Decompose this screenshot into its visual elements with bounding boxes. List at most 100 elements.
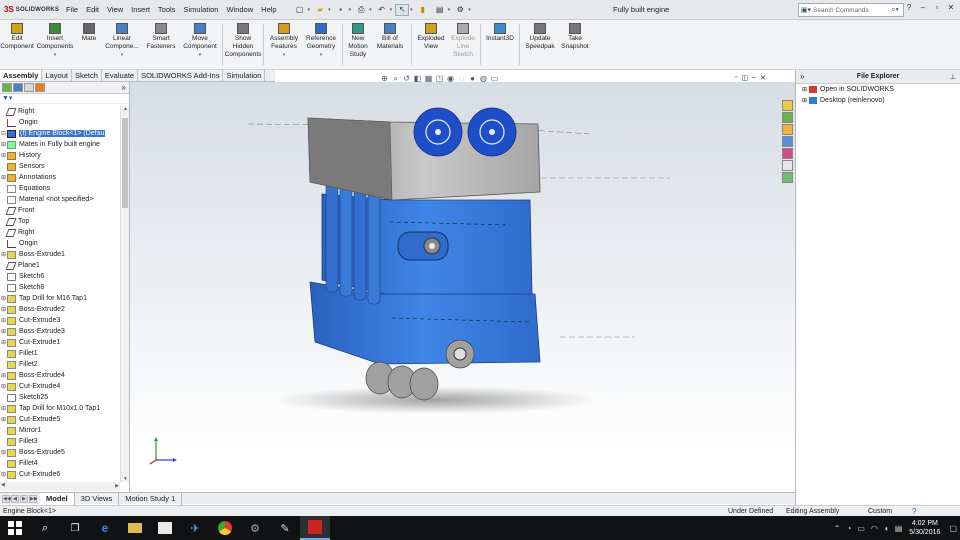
- section-view-icon[interactable]: ◧: [413, 74, 422, 84]
- cmd-show-hidden-button[interactable]: Show Hidden Components: [225, 20, 261, 69]
- zoom-to-fit-icon[interactable]: ⊕: [380, 74, 389, 84]
- expand-icon[interactable]: ⊞: [0, 416, 7, 423]
- expand-icon[interactable]: ⊞: [0, 306, 7, 313]
- file-explorer-tab-icon[interactable]: [782, 124, 793, 135]
- tab-layout[interactable]: Layout: [42, 70, 72, 81]
- save-dropdown-icon[interactable]: ▾: [349, 7, 352, 13]
- cmd-motion-study-button[interactable]: New Motion Study: [345, 20, 371, 69]
- tree-item[interactable]: Fillet2: [0, 359, 120, 370]
- tree-item[interactable]: Sketch8: [0, 282, 120, 293]
- search-input[interactable]: Search Commands: [813, 7, 891, 14]
- cmd-edit-component-button[interactable]: Edit Component: [0, 20, 34, 69]
- tray-expand-icon[interactable]: ⌃: [834, 524, 841, 533]
- tree-item[interactable]: Fillet1: [0, 348, 120, 359]
- search-icon[interactable]: ⌕▾: [891, 5, 903, 15]
- tab-assembly[interactable]: Assembly: [0, 70, 43, 81]
- select-dropdown-icon[interactable]: ▾: [410, 7, 413, 13]
- file-explorer-taskbar-icon[interactable]: [120, 516, 150, 540]
- pen-app-icon[interactable]: ✎: [270, 516, 300, 540]
- store-icon[interactable]: [150, 516, 180, 540]
- tab-evaluate[interactable]: Evaluate: [102, 70, 139, 81]
- previous-view-icon[interactable]: ↺: [402, 74, 411, 84]
- expand-icon[interactable]: ⊞: [0, 405, 7, 412]
- first-tab-icon[interactable]: ◀◀: [2, 494, 11, 503]
- open-icon[interactable]: ▰: [313, 4, 327, 16]
- save-icon[interactable]: ▪: [334, 4, 348, 16]
- cmd-snapshot-button[interactable]: Take Snapshot: [558, 20, 592, 69]
- restore-icon[interactable]: ▫: [932, 3, 942, 12]
- custom-properties-tab-icon[interactable]: [782, 160, 793, 171]
- last-tab-icon[interactable]: ▶▶: [29, 494, 38, 503]
- status-help-icon[interactable]: ?: [912, 507, 916, 516]
- undo-dropdown-icon[interactable]: ▾: [390, 7, 393, 13]
- tree-item[interactable]: ⊞ History: [0, 150, 120, 161]
- edit-appearance-icon[interactable]: ●: [468, 74, 477, 84]
- print-icon[interactable]: ⎙: [354, 4, 368, 16]
- view-palette-tab-icon[interactable]: [782, 136, 793, 147]
- viewport-tile-icon[interactable]: ◫: [741, 74, 748, 82]
- cmd-instant3d-button[interactable]: Instant3D: [483, 20, 517, 69]
- undo-icon[interactable]: ↶: [375, 4, 389, 16]
- expand-icon[interactable]: ⊞: [0, 449, 7, 456]
- back-icon[interactable]: »: [800, 72, 804, 81]
- task-view-icon[interactable]: ❐: [60, 516, 90, 540]
- configuration-manager-tab-icon[interactable]: [24, 83, 34, 92]
- expand-icon[interactable]: ⊟: [0, 130, 7, 137]
- options-dropdown-icon[interactable]: ▾: [468, 7, 471, 13]
- clock[interactable]: 4:02 PM 5/30/2016: [909, 519, 940, 537]
- menu-help[interactable]: Help: [257, 5, 280, 14]
- resources-tab-icon[interactable]: [782, 100, 793, 111]
- expand-icon[interactable]: ⊞: [802, 86, 809, 93]
- tree-item[interactable]: ⊞ Cut-Extrude1: [0, 337, 120, 348]
- tree-item[interactable]: Top: [0, 216, 120, 227]
- menu-tools[interactable]: Tools: [154, 5, 180, 14]
- bird-app-icon[interactable]: ✈: [180, 516, 210, 540]
- expand-icon[interactable]: ⊞: [0, 328, 7, 335]
- wifi-icon[interactable]: ◠: [871, 524, 878, 533]
- chrome-icon[interactable]: [210, 516, 240, 540]
- file-properties-dropdown-icon[interactable]: ▾: [448, 7, 451, 13]
- dimxpert-tab-icon[interactable]: [35, 83, 45, 92]
- viewport-close-icon[interactable]: ✕: [760, 74, 766, 82]
- keyboard-icon[interactable]: ▤: [895, 524, 903, 533]
- zoom-area-icon[interactable]: ⌕: [391, 74, 400, 84]
- tree-item[interactable]: ⊞ Boss-Extrude5: [0, 447, 120, 458]
- tree-item[interactable]: Origin: [0, 238, 120, 249]
- solidworks-logo[interactable]: 3S SOLIDWORKS: [0, 5, 62, 14]
- expand-icon[interactable]: ⊞: [0, 295, 7, 302]
- expand-tabs-icon[interactable]: »: [122, 83, 126, 92]
- menu-edit[interactable]: Edit: [82, 5, 103, 14]
- expand-icon[interactable]: ⊞: [0, 251, 7, 258]
- file-properties-icon[interactable]: ▤: [433, 4, 447, 16]
- cmd-explode-line-button[interactable]: Explode Line Sketch: [448, 20, 478, 69]
- display-style-icon[interactable]: ◉: [446, 74, 455, 84]
- viewport-restore-icon[interactable]: ▫: [735, 74, 737, 82]
- volume-icon[interactable]: ◖: [884, 524, 889, 533]
- tab-addins[interactable]: SOLIDWORKS Add-Ins: [138, 70, 224, 81]
- expand-icon[interactable]: ⊞: [0, 152, 7, 159]
- view-orientation-icon[interactable]: ◳: [435, 74, 444, 84]
- cmd-reference-geometry-button[interactable]: Reference Geometry ▾: [302, 20, 340, 69]
- feature-tree-hscrollbar[interactable]: ◀ ▶: [0, 482, 120, 491]
- tree-item[interactable]: ⊞ Cut-Extrude6: [0, 469, 120, 480]
- expand-icon[interactable]: ⊞: [0, 141, 7, 148]
- minimize-icon[interactable]: –: [918, 3, 928, 12]
- cmd-move-component-button[interactable]: Move Component ▾: [180, 20, 220, 69]
- steam-icon[interactable]: ⚙: [240, 516, 270, 540]
- open-dropdown-icon[interactable]: ▾: [328, 7, 331, 13]
- start-button[interactable]: [0, 516, 30, 540]
- help-icon[interactable]: ?: [904, 3, 914, 12]
- edge-icon[interactable]: e: [90, 516, 120, 540]
- tree-item[interactable]: Sketch6: [0, 271, 120, 282]
- search-scope-icon[interactable]: ▣▾: [799, 6, 813, 14]
- expand-icon[interactable]: ⊞: [802, 97, 809, 104]
- dropdown-arrow-icon[interactable]: ▾: [283, 51, 286, 59]
- feature-tree-scrollbar[interactable]: ▲ ▼: [120, 106, 129, 482]
- cmd-smart-fasteners-button[interactable]: Smart Fasteners: [142, 20, 180, 69]
- tab-sketch[interactable]: Sketch: [72, 70, 102, 81]
- tab-motion-study[interactable]: Motion Study 1: [119, 492, 183, 505]
- cmd-bom-button[interactable]: Bill of Materials: [371, 20, 409, 69]
- tree-item[interactable]: Sensors: [0, 161, 120, 172]
- cmd-speedpak-button[interactable]: Update Speedpak: [522, 20, 558, 69]
- list-item[interactable]: ⊞ Open in SOLIDWORKS: [796, 84, 960, 95]
